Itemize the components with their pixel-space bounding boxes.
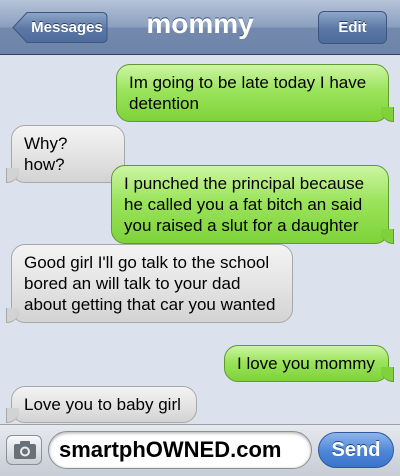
message-bubble-received[interactable]: Why? how?: [6, 125, 125, 183]
back-button[interactable]: Messages: [12, 11, 108, 44]
message-bubble-sent[interactable]: I punched the principal because he calle…: [111, 165, 394, 244]
camera-button[interactable]: [6, 435, 42, 465]
camera-icon: [14, 441, 36, 459]
conversation-title: mommy: [146, 8, 254, 39]
compose-bar: smartphOWNED.com Send: [0, 424, 400, 476]
navigation-bar: Messages mommy Edit: [0, 0, 400, 55]
message-bubble-received[interactable]: Good girl I'll go talk to the school bor…: [6, 244, 293, 323]
message-bubble-received[interactable]: Love you to baby girl: [6, 386, 197, 423]
message-list[interactable]: Im going to be late today I have detenti…: [0, 56, 400, 424]
message-input[interactable]: smartphOWNED.com: [48, 431, 312, 469]
message-bubble-sent[interactable]: I love you mommy: [224, 345, 394, 382]
edit-button[interactable]: Edit: [318, 11, 387, 44]
send-button[interactable]: Send: [318, 432, 394, 468]
message-bubble-sent[interactable]: Im going to be late today I have detenti…: [116, 64, 394, 122]
back-button-label: Messages: [31, 19, 103, 36]
